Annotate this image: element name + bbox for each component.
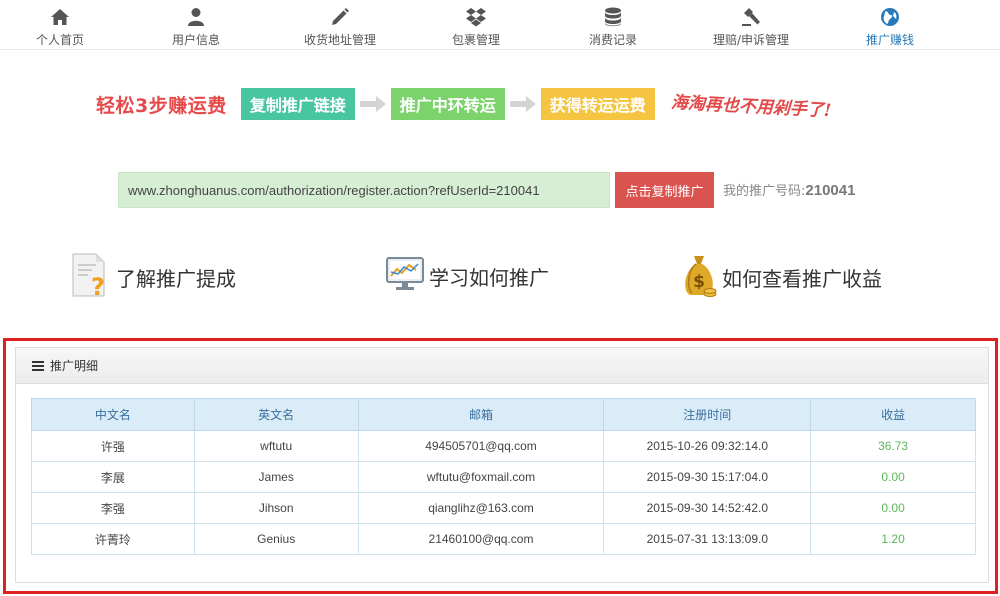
highlight-frame: 推广明细 中文名 英文名 邮箱 注册时间 收益 许强 wftutu 494505… [3,338,998,594]
cell-register-time: 2015-09-30 14:52:42.0 [603,492,812,524]
promo-link-field[interactable]: www.zhonghuanus.com/authorization/regist… [118,172,610,208]
cell-register-time: 2015-10-26 09:32:14.0 [603,430,812,462]
gavel-icon [740,6,762,28]
col-earnings: 收益 [810,398,976,431]
panel-header: 推广明细 [16,348,988,384]
help-learn-promote[interactable]: 学习如何推广 [385,256,549,296]
panel-title: 推广明细 [50,359,99,373]
col-email: 邮箱 [357,398,605,431]
step-copy-link: 复制推广链接 [240,88,355,120]
document-question-icon: ? [70,252,112,302]
nav-item-home[interactable]: 个人首页 [0,0,120,49]
help-learn-commission-label: 了解推广提成 [116,266,236,291]
copy-link-button[interactable]: 点击复制推广 [615,172,714,208]
cell-chinese-name: 许强 [31,430,195,462]
promotion-details-table: 中文名 英文名 邮箱 注册时间 收益 许强 wftutu 494505701@q… [31,398,976,555]
nav-item-promotion[interactable]: 推广赚钱 [820,0,960,49]
nav-label: 个人首页 [35,33,84,47]
cell-register-time: 2015-09-30 15:17:04.0 [603,461,812,493]
table-row: 李强 Jihson qianglihz@163.com 2015-09-30 1… [31,492,976,524]
cell-email: 21460100@qq.com [357,523,605,555]
referral-code: 我的推广号码:210041 [723,180,855,199]
money-bag-icon: $ [680,252,718,302]
referral-code-value: 210041 [805,182,856,199]
help-learn-promote-label: 学习如何推广 [429,265,549,290]
svg-text:?: ? [91,273,105,298]
globe-icon [879,6,901,28]
table-row: 许菁玲 Genius 21460100@qq.com 2015-07-31 13… [31,523,976,555]
nav-item-packages[interactable]: 包裹管理 [408,0,544,49]
nav-label: 收货地址管理 [303,33,376,47]
steps-slogan: 海淘再也不用剁手了! [670,92,832,121]
cell-earnings: 0.00 [810,492,976,524]
cell-register-time: 2015-07-31 13:13:09.0 [603,523,812,555]
nav-label: 理赔/申诉管理 [712,33,790,47]
help-view-earnings-label: 如何查看推广收益 [722,266,882,291]
cell-english-name: James [193,461,359,493]
cell-email: qianglihz@163.com [357,492,605,524]
cell-chinese-name: 李展 [31,461,195,493]
steps-title: 轻松3步赚运费 [96,94,227,117]
nav-label: 推广赚钱 [865,33,914,47]
promotion-details-panel: 推广明细 中文名 英文名 邮箱 注册时间 收益 许强 wftutu 494505… [15,347,989,583]
steps-banner: 轻松3步赚运费 复制推广链接 推广中环转运 获得转运运费 海淘再也不用剁手了! [96,86,832,122]
arrow-right-icon [505,96,541,112]
cell-english-name: wftutu [193,430,359,462]
step-promote: 推广中环转运 [390,88,505,120]
cell-email: 494505701@qq.com [357,430,605,462]
step-earn: 获得转运运费 [540,88,655,120]
nav-label: 用户信息 [171,33,220,47]
monitor-chart-icon [385,256,425,296]
col-register-time: 注册时间 [603,398,812,431]
help-view-earnings[interactable]: $ 如何查看推广收益 [680,252,882,302]
arrow-right-icon [355,96,391,112]
cell-earnings: 36.73 [810,430,976,462]
dropbox-icon [465,6,487,28]
cell-earnings: 1.20 [810,523,976,555]
pencil-icon [329,6,351,28]
table-row: 许强 wftutu 494505701@qq.com 2015-10-26 09… [31,430,976,462]
database-icon [602,6,624,28]
table-header-row: 中文名 英文名 邮箱 注册时间 收益 [31,398,976,431]
referral-code-label: 我的推广号码: [723,184,806,199]
nav-item-address[interactable]: 收货地址管理 [272,0,408,49]
nav-item-consumption[interactable]: 消费记录 [544,0,682,49]
col-chinese-name: 中文名 [31,398,195,431]
home-icon [49,6,71,28]
cell-email: wftutu@foxmail.com [357,461,605,493]
col-english-name: 英文名 [193,398,359,431]
nav-item-claims[interactable]: 理赔/申诉管理 [682,0,820,49]
cell-earnings: 0.00 [810,461,976,493]
help-learn-commission[interactable]: ? 了解推广提成 [70,252,236,302]
nav-label: 消费记录 [588,33,637,47]
nav-item-user-info[interactable]: 用户信息 [120,0,272,49]
cell-english-name: Genius [193,523,359,555]
top-nav: 个人首页 用户信息 收货地址管理 包裹管理 消费记录 理赔/申诉管理 推广赚钱 [0,0,1000,50]
list-icon [32,360,44,371]
cell-chinese-name: 李强 [31,492,195,524]
cell-english-name: Jihson [193,492,359,524]
user-icon [185,6,207,28]
svg-text:$: $ [693,272,705,292]
nav-label: 包裹管理 [451,33,500,47]
table-row: 李展 James wftutu@foxmail.com 2015-09-30 1… [31,461,976,493]
cell-chinese-name: 许菁玲 [31,523,195,555]
